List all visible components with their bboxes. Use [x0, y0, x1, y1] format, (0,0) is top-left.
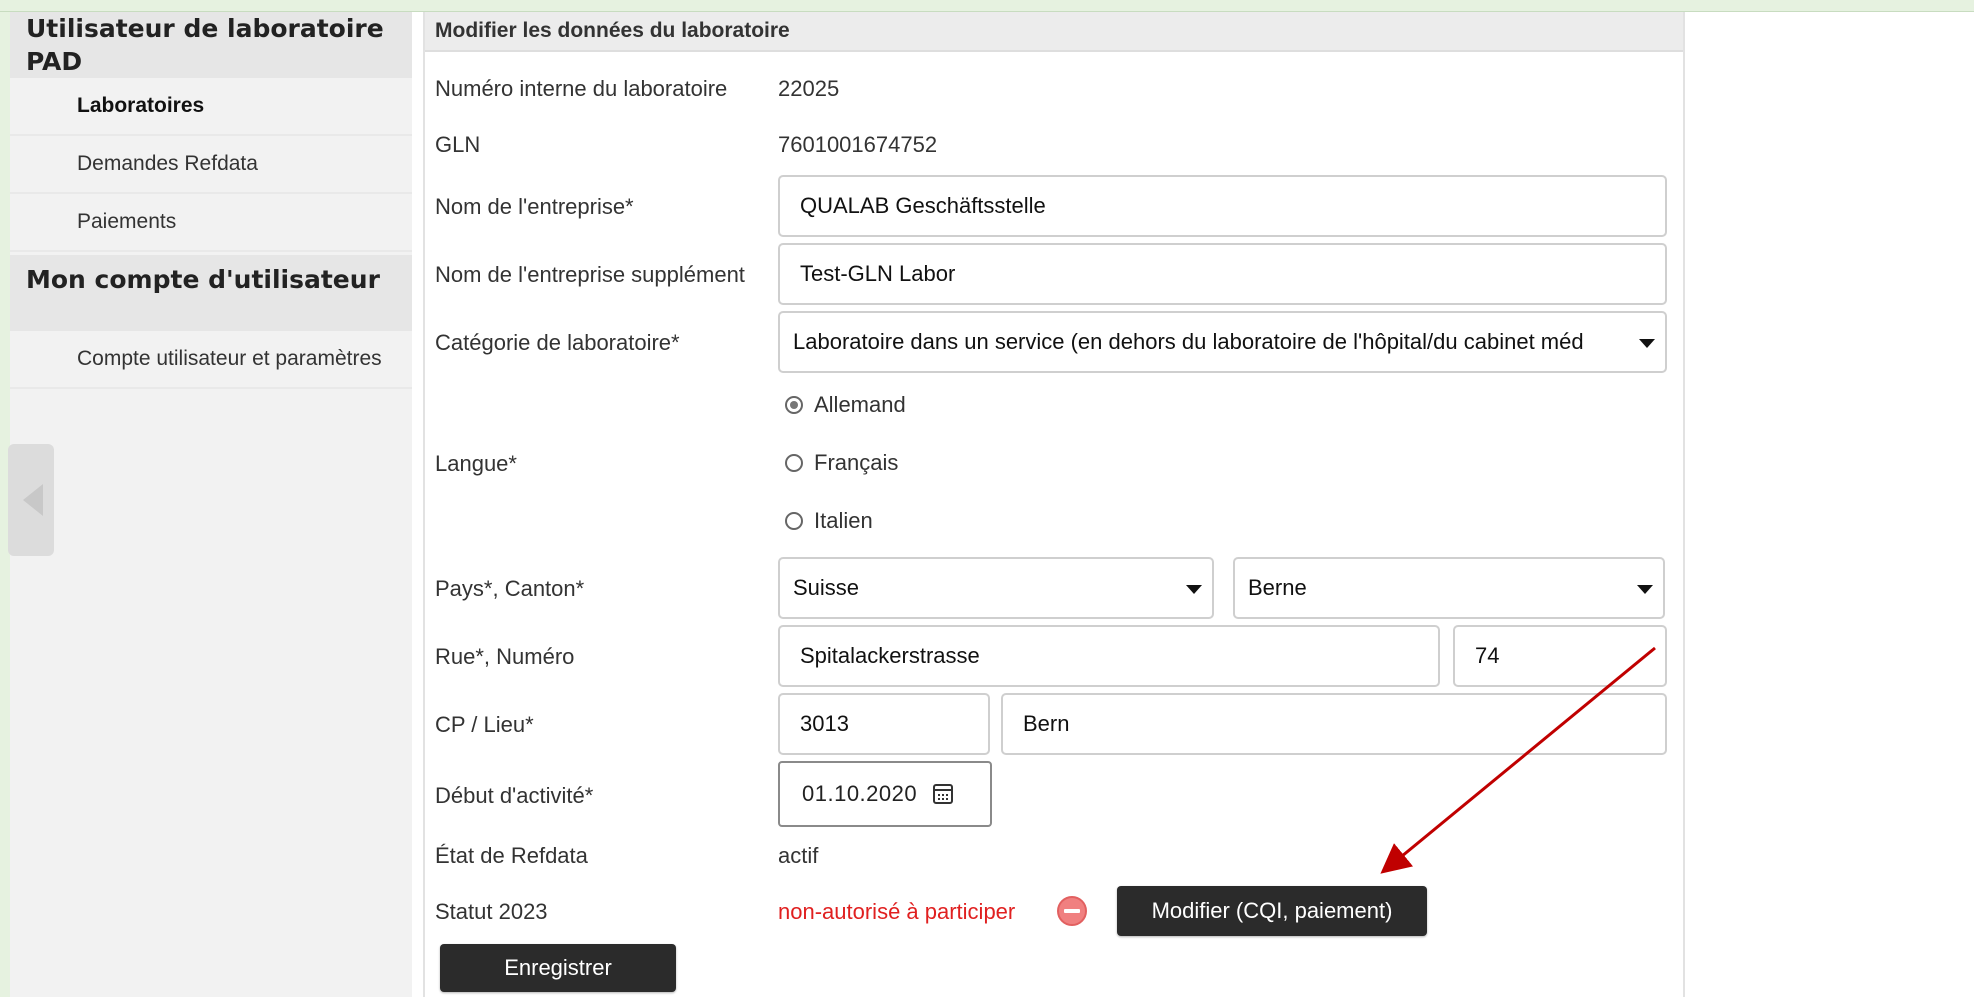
not-allowed-icon — [1057, 896, 1087, 926]
lab-category-label: Catégorie de laboratoire* — [435, 330, 680, 355]
internal-number-value: 22025 — [778, 76, 840, 101]
country-select[interactable]: Suisse — [778, 557, 1214, 619]
sidebar-collapse-button[interactable] — [8, 444, 54, 556]
calendar-icon[interactable] — [933, 784, 954, 804]
company-supplement-input[interactable]: Test-GLN Labor — [778, 243, 1667, 305]
internal-number-label: Numéro interne du laboratoire — [435, 76, 728, 101]
refdata-state-label: État de Refdata — [435, 843, 588, 868]
gln-value: 7601001674752 — [778, 132, 938, 157]
sidebar-section-lab-user: Utilisateur de laboratoire PAD — [10, 12, 412, 78]
chevron-down-icon — [1186, 585, 1202, 594]
radio-unchecked-icon — [785, 512, 803, 530]
app-window: Utilisateur de laboratoire PAD Laboratoi… — [8, 12, 1974, 997]
language-option-label: Italien — [814, 508, 873, 533]
sidebar-item-account-settings[interactable]: Compte utilisateur et paramètres — [10, 331, 412, 389]
lab-category-select[interactable]: Laboratoire dans un service (en dehors d… — [778, 311, 1667, 373]
canton-value: Berne — [1248, 575, 1307, 600]
radio-checked-icon — [785, 396, 803, 414]
start-date-input[interactable]: 01.10.2020 — [778, 761, 992, 827]
country-canton-label: Pays*, Canton* — [435, 576, 585, 601]
country-value: Suisse — [793, 575, 860, 600]
sidebar-item-paiements[interactable]: Paiements — [10, 194, 412, 252]
sidebar-section-account: Mon compte d'utilisateur — [10, 255, 412, 331]
gln-label: GLN — [435, 132, 481, 157]
language-radio-italien[interactable]: Italien — [785, 508, 873, 534]
sidebar-item-demandes-refdata[interactable]: Demandes Refdata — [10, 136, 412, 194]
company-name-input[interactable]: QUALAB Geschäftsstelle — [778, 175, 1667, 237]
chevron-down-icon — [1639, 339, 1655, 348]
sidebar-item-laboratoires[interactable]: Laboratoires — [10, 78, 412, 136]
start-date-value: 01.10.2020 — [802, 781, 918, 806]
street-input[interactable]: Spitalackerstrasse — [778, 625, 1440, 687]
language-radio-francais[interactable]: Français — [785, 450, 898, 476]
refdata-state-value: actif — [778, 843, 819, 868]
language-radio-allemand[interactable]: Allemand — [785, 392, 906, 418]
canton-select[interactable]: Berne — [1233, 557, 1665, 619]
radio-unchecked-icon — [785, 454, 803, 472]
collapse-arrow-icon — [23, 484, 43, 516]
status-2023-label: Statut 2023 — [435, 899, 548, 924]
panel-title: Modifier les données du laboratoire — [425, 12, 1683, 52]
start-date-label: Début d'activité* — [435, 783, 594, 808]
lab-edit-panel: Modifier les données du laboratoire Numé… — [423, 12, 1685, 997]
top-border — [0, 0, 1974, 12]
language-label: Langue* — [435, 451, 517, 476]
city-input[interactable]: Bern — [1001, 693, 1667, 755]
lab-category-value: Laboratoire dans un service (en dehors d… — [793, 329, 1584, 354]
company-name-label: Nom de l'entreprise* — [435, 194, 634, 219]
language-option-label: Français — [814, 450, 899, 475]
zip-input[interactable]: 3013 — [778, 693, 990, 755]
save-button[interactable]: Enregistrer — [440, 944, 676, 992]
status-2023-value: non-autorisé à participer — [778, 899, 1016, 924]
street-number-input[interactable]: 74 — [1453, 625, 1667, 687]
chevron-down-icon — [1637, 585, 1653, 594]
sidebar: Utilisateur de laboratoire PAD Laboratoi… — [8, 12, 412, 997]
zip-city-label: CP / Lieu* — [435, 712, 534, 737]
street-label: Rue*, Numéro — [435, 644, 575, 669]
language-option-label: Allemand — [814, 392, 906, 417]
company-supplement-label: Nom de l'entreprise supplément — [435, 262, 745, 287]
modify-cqi-payment-button[interactable]: Modifier (CQI, paiement) — [1117, 886, 1427, 936]
